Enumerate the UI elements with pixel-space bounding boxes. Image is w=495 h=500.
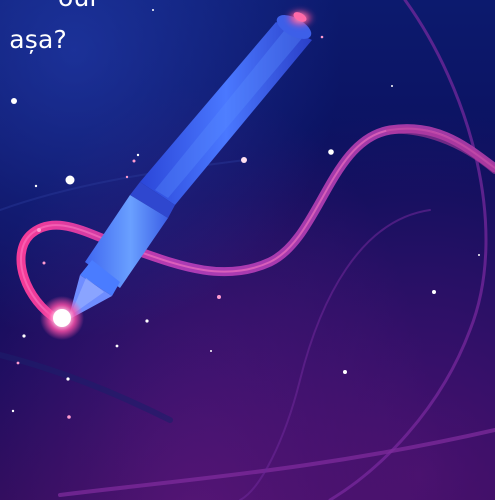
- caption-text: our i așa?: [0, 0, 130, 70]
- caption-line-1: our: [58, 0, 100, 12]
- caption-line-2: i așa?: [0, 25, 68, 54]
- illustration-scene: our i așa?: [0, 0, 495, 500]
- pen-tip-glow: [40, 296, 84, 340]
- pen-drawing-illustration: [0, 0, 495, 500]
